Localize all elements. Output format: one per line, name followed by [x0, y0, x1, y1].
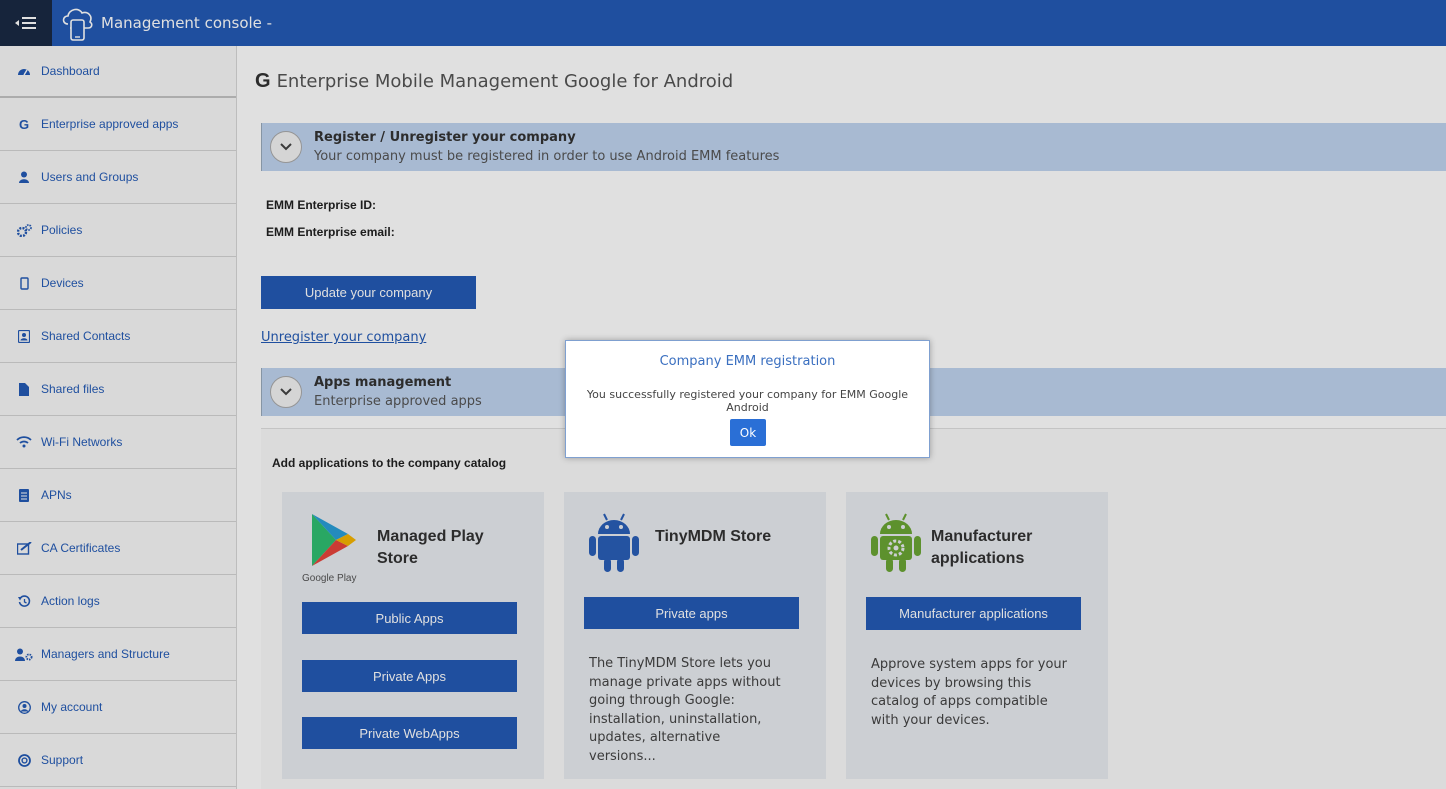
dialog-title: Company EMM registration: [659, 354, 836, 369]
registration-dialog: Company EMM registration You successfull…: [565, 340, 930, 458]
ok-button[interactable]: Ok: [730, 419, 766, 446]
dialog-message: You successfully registered your company…: [586, 388, 909, 414]
